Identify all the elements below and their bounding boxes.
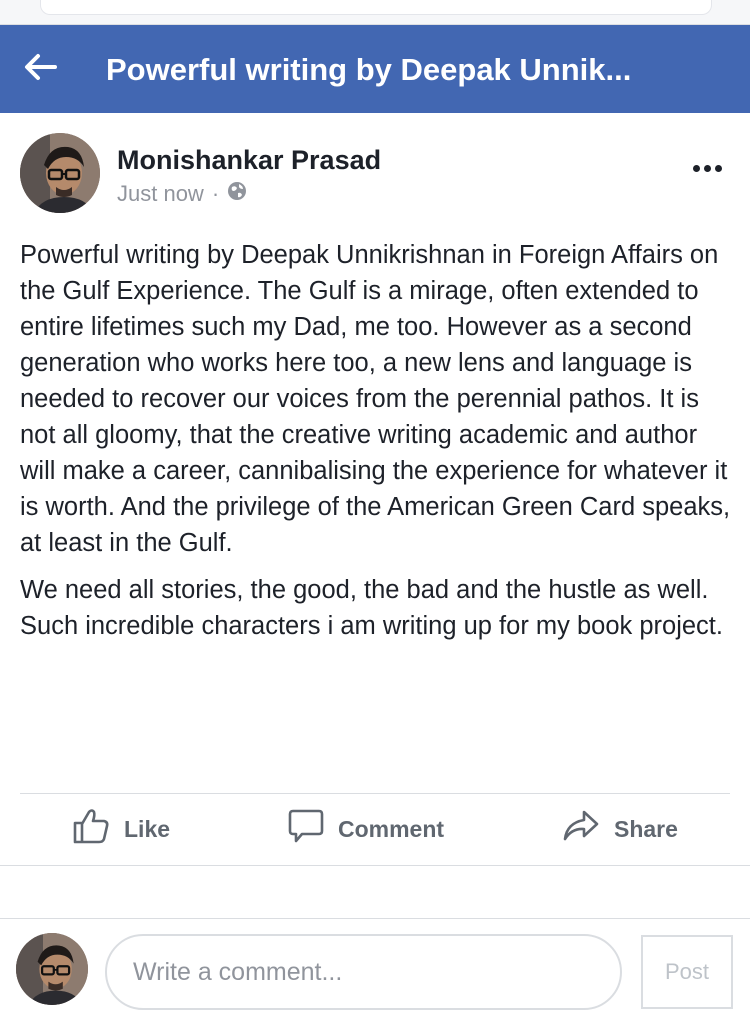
- author-name[interactable]: Monishankar Prasad: [117, 145, 381, 176]
- post-text: Powerful writing by Deepak Unnikrishnan …: [20, 237, 735, 655]
- more-options-icon[interactable]: [684, 153, 730, 183]
- thumbs-up-icon: [72, 807, 110, 851]
- post-comment-button[interactable]: Post: [641, 935, 733, 1009]
- speech-bubble-icon: [288, 808, 324, 850]
- comment-button[interactable]: Comment: [288, 794, 444, 864]
- action-bar: Like Comment Share: [20, 794, 730, 864]
- meta-separator: ·: [211, 181, 220, 206]
- post-paragraph: We need all stories, the good, the bad a…: [20, 576, 723, 640]
- page-title: Powerful writing by Deepak Unnik...: [106, 52, 632, 87]
- comment-input[interactable]: [105, 934, 622, 1010]
- like-label: Like: [124, 815, 171, 842]
- arrow-left-icon: [23, 53, 57, 86]
- author-avatar[interactable]: [20, 133, 100, 213]
- share-label: Share: [614, 815, 678, 842]
- post-paragraph: Powerful writing by Deepak Unnikrishnan …: [20, 241, 731, 557]
- commenter-avatar: [16, 933, 88, 1005]
- timestamp[interactable]: Just now: [117, 181, 204, 207]
- share-button[interactable]: Share: [562, 794, 678, 864]
- comment-label: Comment: [338, 815, 445, 842]
- app-header: Powerful writing by Deepak Unnik...: [0, 25, 750, 113]
- post-meta: Just now ·: [117, 181, 247, 207]
- globe-icon: [227, 181, 247, 207]
- url-bar-edge: [40, 0, 712, 15]
- section-separator: [0, 865, 750, 919]
- share-arrow-icon: [562, 808, 600, 850]
- comment-composer: Post: [0, 915, 750, 1032]
- back-button[interactable]: [16, 49, 64, 89]
- like-button[interactable]: Like: [72, 794, 170, 864]
- browser-top-strip: [0, 0, 750, 25]
